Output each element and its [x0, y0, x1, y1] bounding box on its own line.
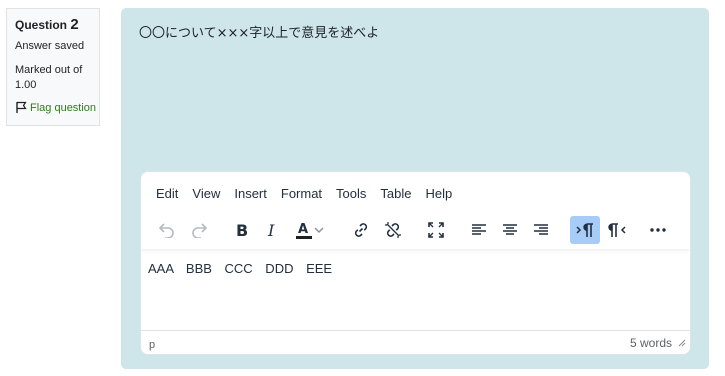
unlink-icon	[385, 222, 401, 238]
svg-text:I: I	[267, 222, 275, 238]
resize-handle-icon[interactable]	[678, 339, 686, 347]
question-title: Question 2	[15, 17, 99, 33]
align-left-icon	[472, 224, 486, 235]
flag-question-link[interactable]: Flag question	[15, 101, 99, 114]
svg-text:B: B	[236, 222, 248, 238]
question-number: 2	[70, 16, 79, 33]
word-count[interactable]: 5 words	[630, 336, 672, 350]
align-left-button[interactable]	[464, 216, 494, 244]
link-button[interactable]	[346, 216, 376, 244]
element-path[interactable]: p	[149, 339, 155, 351]
menu-tools[interactable]: Tools	[329, 185, 373, 203]
ltr-button[interactable]	[570, 216, 600, 244]
menu-table[interactable]: Table	[373, 185, 418, 203]
unlink-button[interactable]	[378, 216, 408, 244]
undo-button[interactable]	[152, 216, 182, 244]
align-right-button[interactable]	[526, 216, 556, 244]
flag-icon	[16, 101, 27, 113]
question-info-panel: Question 2 Answer saved Marked out of 1.…	[6, 8, 100, 126]
undo-icon	[158, 223, 174, 238]
fullscreen-icon	[428, 222, 444, 238]
chevron-down-icon	[314, 227, 324, 233]
editor-menubar: Edit View Insert Format Tools Table Help	[149, 185, 459, 203]
editor-content[interactable]: AAA BBB CCC DDD EEE	[148, 261, 332, 276]
bold-button[interactable]: B	[226, 216, 256, 244]
editor-toolbar: B I A	[141, 213, 690, 249]
menu-format[interactable]: Format	[274, 185, 329, 203]
menu-view[interactable]: View	[185, 185, 227, 203]
question-state: Answer saved	[15, 40, 85, 52]
redo-button[interactable]	[184, 216, 214, 244]
text-color-dropdown[interactable]	[312, 216, 326, 244]
fullscreen-button[interactable]	[421, 216, 451, 244]
menu-help[interactable]: Help	[418, 185, 459, 203]
menu-insert[interactable]: Insert	[227, 185, 274, 203]
text-color-icon: A	[296, 222, 312, 239]
editor-statusbar: p 5 words	[141, 330, 690, 354]
question-grade: Marked out of 1.00	[15, 64, 83, 91]
menu-edit[interactable]: Edit	[149, 185, 185, 203]
question-content: 〇〇について×××字以上で意見を述べよ Edit View Insert For…	[121, 8, 709, 369]
more-button[interactable]	[643, 216, 673, 244]
svg-text:A: A	[298, 222, 308, 237]
align-right-icon	[534, 224, 548, 235]
link-icon	[354, 223, 368, 237]
question-text: 〇〇について×××字以上で意見を述べよ	[139, 26, 380, 41]
ltr-icon	[576, 223, 593, 237]
align-center-icon	[503, 224, 517, 235]
redo-icon	[192, 223, 208, 238]
rtl-button[interactable]	[602, 216, 632, 244]
rtl-icon	[608, 223, 626, 237]
question-label: Question	[15, 18, 68, 32]
bold-icon: B	[236, 222, 248, 238]
more-icon	[650, 228, 666, 232]
rich-text-editor: Edit View Insert Format Tools Table Help	[140, 171, 691, 355]
align-center-button[interactable]	[495, 216, 525, 244]
italic-icon: I	[267, 222, 275, 238]
italic-button[interactable]: I	[257, 216, 287, 244]
flag-question-label: Flag question	[30, 101, 97, 114]
